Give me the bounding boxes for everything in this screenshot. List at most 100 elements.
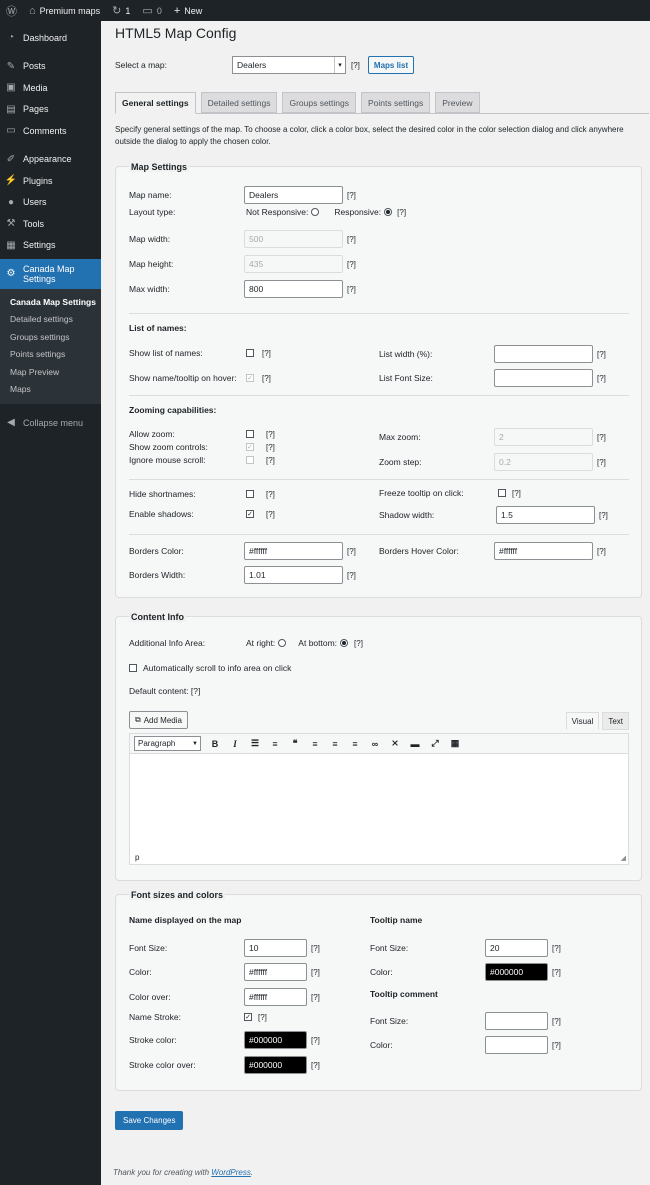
help-link[interactable]: [?] <box>266 490 275 499</box>
help-link[interactable]: [?] <box>599 511 608 520</box>
help-link[interactable]: [?] <box>347 191 356 200</box>
help-link[interactable]: [?] <box>597 374 606 383</box>
comments-link[interactable]: ▭ 0 <box>136 0 167 21</box>
italic-icon[interactable]: I <box>229 738 241 750</box>
add-media-button[interactable]: ⧉ Add Media <box>129 711 188 729</box>
sidebar-item-appearance[interactable]: ✐ Appearance <box>0 149 101 171</box>
tooltip-color-input[interactable]: #000000 <box>485 963 548 981</box>
map-select[interactable]: Dealers ▾ <box>232 56 346 74</box>
site-name-link[interactable]: ⌂ Premium maps <box>23 0 106 21</box>
unlink-icon[interactable]: ⨯ <box>389 738 401 750</box>
help-link[interactable]: [?] <box>311 1061 320 1070</box>
align-left-icon[interactable]: ≡ <box>309 738 321 750</box>
help-link[interactable]: [?] <box>311 944 320 953</box>
help-link[interactable]: [?] <box>347 571 356 580</box>
align-right-icon[interactable]: ≡ <box>349 738 361 750</box>
help-link[interactable]: [?] <box>512 489 521 498</box>
help-link[interactable]: [?] <box>266 456 275 465</box>
wordpress-link[interactable]: WordPress <box>211 1168 251 1177</box>
sidebar-item-comments[interactable]: ▭ Comments <box>0 120 101 142</box>
enable-shadows-checkbox[interactable]: ✓ <box>246 510 254 518</box>
sidebar-item-dashboard[interactable]: ◔ Dashboard <box>0 27 101 49</box>
stroke-color-input[interactable]: #000000 <box>244 1031 307 1049</box>
at-right-radio[interactable] <box>278 639 287 647</box>
list-width-input[interactable] <box>494 345 593 363</box>
not-responsive-radio[interactable] <box>311 208 320 216</box>
submenu-points-settings[interactable]: Points settings <box>0 346 101 364</box>
help-link[interactable]: [?] <box>347 235 356 244</box>
tab-general-settings[interactable]: General settings <box>115 92 196 114</box>
align-center-icon[interactable]: ≡ <box>329 738 341 750</box>
help-link[interactable]: [?] <box>311 1036 320 1045</box>
zoom-step-input[interactable]: 0.2 <box>494 453 593 471</box>
borders-color-input[interactable]: #ffffff <box>244 542 343 560</box>
submenu-map-preview[interactable]: Map Preview <box>0 363 101 381</box>
bold-icon[interactable]: B <box>209 738 221 750</box>
help-link[interactable]: [?] <box>258 1013 267 1022</box>
help-link[interactable]: [?] <box>347 260 356 269</box>
help-link[interactable]: [?] <box>552 944 561 953</box>
help-link[interactable]: [?] <box>597 458 606 467</box>
wp-logo-button[interactable]: Ⓦ <box>0 0 23 21</box>
show-zoom-checkbox[interactable]: ✓ <box>246 443 254 451</box>
show-tooltip-checkbox[interactable]: ✓ <box>246 374 254 382</box>
help-link[interactable]: [?] <box>552 1017 561 1026</box>
tab-preview[interactable]: Preview <box>435 92 480 113</box>
sidebar-item-media[interactable]: ▣ Media <box>0 77 101 99</box>
color-over-input[interactable]: #ffffff <box>244 988 307 1006</box>
color-input[interactable]: #ffffff <box>244 963 307 981</box>
freeze-tooltip-checkbox[interactable] <box>498 489 506 497</box>
ignore-scroll-checkbox[interactable] <box>246 456 254 464</box>
submenu-detailed-settings[interactable]: Detailed settings <box>0 311 101 329</box>
tab-detailed-settings[interactable]: Detailed settings <box>200 92 278 113</box>
allow-zoom-checkbox[interactable] <box>246 430 254 438</box>
max-width-input[interactable]: 800 <box>244 280 343 298</box>
list-font-input[interactable] <box>494 369 593 387</box>
help-link[interactable]: [?] <box>347 547 356 556</box>
resize-handle-icon[interactable]: ◢ <box>621 854 626 862</box>
help-link[interactable]: [?] <box>266 430 275 439</box>
font-size-input[interactable]: 10 <box>244 939 307 957</box>
stroke-over-input[interactable]: #000000 <box>244 1056 307 1074</box>
help-link[interactable]: [?] <box>597 433 606 442</box>
tab-visual[interactable]: Visual <box>565 712 600 730</box>
comment-font-size-input[interactable] <box>485 1012 548 1030</box>
save-changes-button[interactable]: Save Changes <box>115 1111 184 1130</box>
help-link[interactable]: [?] <box>262 349 271 358</box>
numbered-list-icon[interactable]: ≡ <box>269 738 281 750</box>
sidebar-item-pages[interactable]: ▤ Pages <box>0 99 101 121</box>
auto-scroll-checkbox[interactable] <box>129 664 137 672</box>
tab-groups-settings[interactable]: Groups settings <box>282 92 356 113</box>
collapse-menu-button[interactable]: ◀ Collapse menu <box>0 412 101 434</box>
max-zoom-input[interactable]: 2 <box>494 428 593 446</box>
shadow-width-input[interactable]: 1.5 <box>496 506 595 524</box>
new-content-link[interactable]: + New <box>168 0 208 21</box>
sidebar-item-tools[interactable]: ⚒ Tools <box>0 213 101 235</box>
updates-link[interactable]: ↻ 1 <box>106 0 136 21</box>
format-select[interactable]: Paragraph ▼ <box>134 736 201 751</box>
help-link[interactable]: [?] <box>354 639 363 648</box>
help-link[interactable]: [?] <box>597 547 606 556</box>
maps-list-button[interactable]: Maps list <box>367 56 415 74</box>
help-link[interactable]: [?] <box>397 208 406 217</box>
hide-short-checkbox[interactable] <box>246 490 254 498</box>
submenu-canada-map-settings[interactable]: Canada Map Settings <box>0 293 101 311</box>
help-link[interactable]: [?] <box>262 374 271 383</box>
tab-points-settings[interactable]: Points settings <box>360 92 431 113</box>
sidebar-item-plugins[interactable]: ⚡ Plugins <box>0 170 101 192</box>
help-link[interactable]: [?] <box>552 968 561 977</box>
help-link[interactable]: [?] <box>347 285 356 294</box>
sidebar-item-canada-map[interactable]: ⚙ Canada Map Settings <box>0 259 101 289</box>
help-link[interactable]: [?] <box>311 993 320 1002</box>
borders-width-input[interactable]: 1.01 <box>244 566 343 584</box>
at-bottom-radio[interactable] <box>340 639 349 647</box>
tab-text[interactable]: Text <box>602 712 629 730</box>
fullscreen-icon[interactable]: ⤢ <box>429 738 441 750</box>
help-link[interactable]: [?] <box>351 61 360 70</box>
map-height-input[interactable]: 435 <box>244 255 343 273</box>
tooltip-font-size-input[interactable]: 20 <box>485 939 548 957</box>
content-editor-area[interactable]: p ◢ <box>129 754 629 865</box>
help-link[interactable]: [?] <box>597 350 606 359</box>
show-list-checkbox[interactable] <box>246 349 254 357</box>
toolbar-toggle-icon[interactable]: ▦ <box>449 738 461 750</box>
